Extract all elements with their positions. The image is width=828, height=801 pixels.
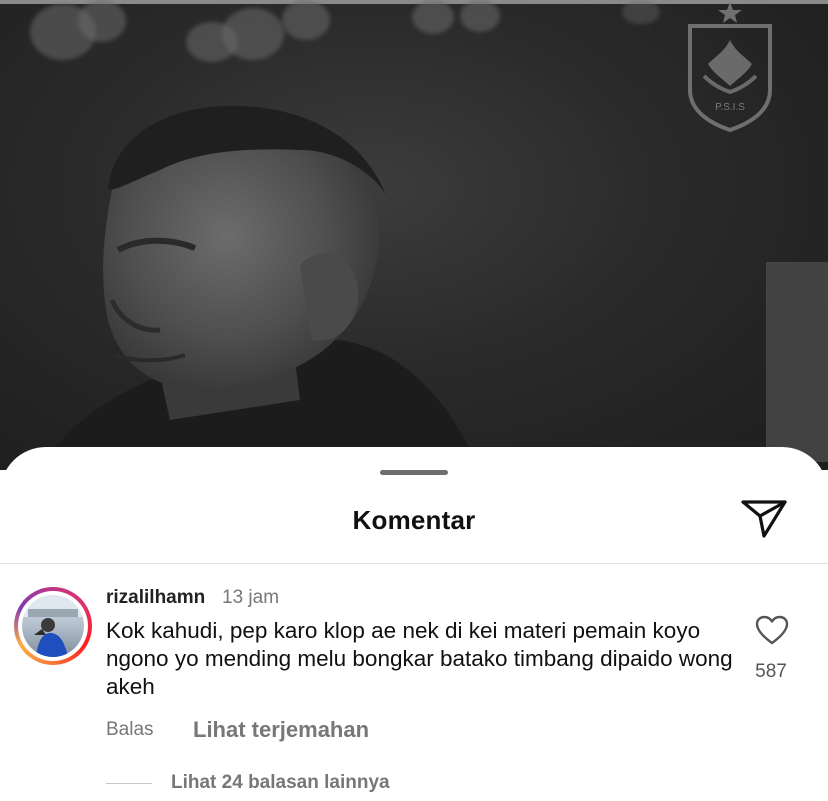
sheet-title: Komentar xyxy=(352,505,476,535)
see-translation-button[interactable]: Lihat terjemahan xyxy=(193,717,369,743)
replies-connector-line xyxy=(106,783,152,784)
comment-text: Kok kahudi, pep karo klop ae nek di kei … xyxy=(106,618,733,699)
post-photo: P.S.I.S xyxy=(0,0,828,470)
avatar-photo xyxy=(22,595,84,657)
sheet-divider xyxy=(0,563,828,564)
comment-timestamp: 13 jam xyxy=(222,587,280,608)
avatar[interactable] xyxy=(14,587,92,665)
avatar-image xyxy=(22,595,84,657)
psis-club-crest-icon: P.S.I.S xyxy=(688,2,772,132)
comments-sheet: Komentar rizalilhamn 13 jam Kok kahudi, … xyxy=(0,447,828,801)
heart-icon[interactable] xyxy=(755,615,789,645)
crest-text: P.S.I.S xyxy=(715,102,745,113)
view-more-replies-button[interactable]: Lihat 24 balasan lainnya xyxy=(171,772,390,794)
like-count: 587 xyxy=(755,661,787,682)
avatar-border xyxy=(18,591,88,661)
comment-username[interactable]: rizalilhamn xyxy=(106,587,205,609)
send-paper-plane-icon[interactable] xyxy=(740,499,788,539)
reply-button[interactable]: Balas xyxy=(106,719,154,741)
sheet-drag-handle[interactable] xyxy=(380,470,448,475)
